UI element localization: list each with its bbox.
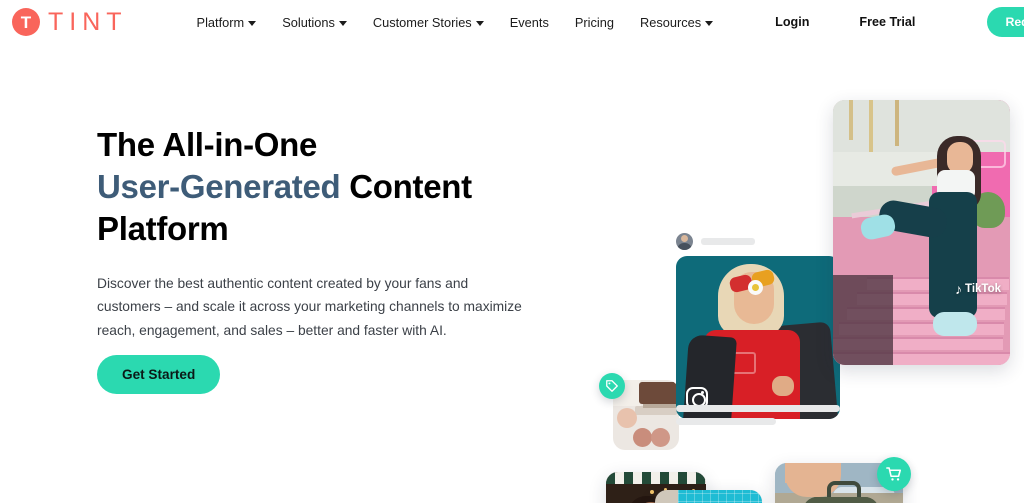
- hero-content: The All-in-One User-Generated Content Pl…: [97, 124, 567, 394]
- primary-nav: Platform Solutions Customer Stories Even…: [197, 15, 714, 30]
- chevron-down-icon: [705, 20, 714, 26]
- get-started-button[interactable]: Get Started: [97, 355, 221, 394]
- site-header: T TINT Platform Solutions Customer Stori…: [0, 0, 1024, 44]
- chevron-down-icon: [248, 20, 257, 26]
- nav-label: Resources: [639, 14, 702, 30]
- brand-wordmark: TINT: [48, 7, 128, 36]
- nav-label: Pricing: [574, 14, 614, 30]
- page-title: The All-in-One User-Generated Content Pl…: [97, 124, 567, 250]
- post-header: [676, 232, 840, 250]
- nav-item-pricing[interactable]: Pricing: [575, 15, 614, 30]
- brand-logo[interactable]: T TINT: [12, 8, 128, 36]
- nav-label: Platform: [196, 14, 245, 30]
- post-username-placeholder: [701, 237, 755, 245]
- post-caption-line-1: [676, 405, 840, 412]
- avatar: [676, 232, 693, 250]
- makeup-bronzer: [651, 428, 670, 447]
- headline-line-2-rest: Content: [340, 167, 472, 205]
- tiktok-icon: ♪ TikTok: [955, 282, 1001, 296]
- login-link[interactable]: Login: [775, 15, 809, 29]
- landing-page: T TINT Platform Solutions Customer Stori…: [0, 0, 1024, 503]
- makeup-compact: [617, 408, 637, 428]
- free-trial-link[interactable]: Free Trial: [859, 15, 915, 29]
- tag-icon[interactable]: [599, 373, 625, 399]
- hero-collage: ♪ TikTok: [590, 90, 1024, 503]
- chevron-down-icon: [475, 20, 484, 26]
- nav-item-platform[interactable]: Platform: [197, 15, 257, 30]
- headline-accent: User-Generated: [97, 167, 341, 205]
- chevron-down-icon: [338, 20, 347, 26]
- nav-label: Solutions: [282, 14, 335, 30]
- makeup-liner: [643, 404, 677, 408]
- header-actions: Login Free Trial Request Demo: [775, 7, 1024, 37]
- instagram-post-card[interactable]: [676, 232, 840, 419]
- tiktok-label: TikTok: [965, 283, 1001, 295]
- nav-item-events[interactable]: Events: [510, 15, 549, 30]
- nav-label: Customer Stories: [372, 14, 472, 30]
- instagram-post-image: [676, 256, 840, 419]
- post-caption-line-2: [676, 418, 776, 425]
- nav-item-customer-stories[interactable]: Customer Stories: [373, 15, 484, 30]
- hero-description: Discover the best authentic content crea…: [97, 275, 522, 339]
- tiktok-video-card[interactable]: ♪ TikTok: [833, 100, 1010, 365]
- nav-item-resources[interactable]: Resources: [639, 14, 714, 30]
- makeup-blush: [633, 428, 652, 447]
- request-demo-button[interactable]: Request Demo: [987, 7, 1024, 37]
- tint-logo-icon: T: [12, 8, 40, 36]
- shopping-cart-icon[interactable]: [877, 457, 911, 491]
- poolside-server-thumb[interactable]: [655, 490, 762, 503]
- nav-label: Events: [509, 14, 549, 30]
- makeup-palette: [639, 382, 679, 404]
- nav-item-solutions[interactable]: Solutions: [282, 15, 347, 30]
- headline-line-1: The All-in-One: [97, 126, 318, 163]
- headline-line-3: Platform: [97, 209, 229, 247]
- tiktok-note-glyph: ♪: [955, 281, 962, 297]
